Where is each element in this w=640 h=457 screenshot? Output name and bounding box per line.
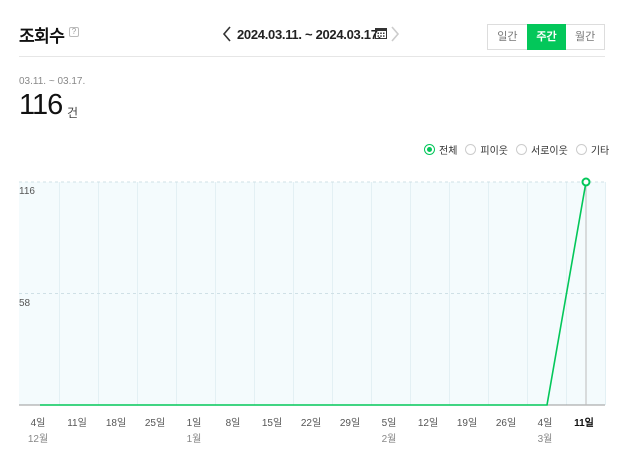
chevron-right-icon[interactable]	[389, 25, 401, 43]
x-month-label: 12월	[27, 434, 49, 445]
legend-item-all[interactable]: 전체	[424, 142, 457, 157]
stats-header: 조회수 ? 2024.03.11. ~ 2024.03.17. 일간 주간 월간	[0, 0, 640, 58]
chevron-left-icon[interactable]	[221, 25, 233, 43]
data-point-marker	[581, 177, 591, 187]
x-tick-label: 11일	[67, 418, 87, 429]
x-tick-label: 1일	[186, 418, 202, 429]
legend-item-neighbor[interactable]: 피이웃	[465, 142, 508, 157]
tab-weekly[interactable]: 주간	[526, 24, 567, 50]
x-tick-label: 8일	[225, 418, 241, 429]
chart-legend: 전체 피이웃 서로이웃 기타	[424, 142, 610, 157]
x-month-label: 1월	[186, 434, 202, 445]
radio-icon	[465, 143, 477, 155]
x-tick-label: 22일	[300, 418, 322, 429]
x-month-label: 3월	[537, 434, 553, 445]
x-tick-label: 15일	[261, 418, 283, 429]
x-month-label: 2월	[381, 434, 397, 445]
tab-daily[interactable]: 일간	[487, 24, 527, 50]
summary-period: 03.11. ~ 03.17.	[19, 76, 86, 87]
x-tick-label: 25일	[144, 418, 166, 429]
legend-label: 전체	[439, 145, 458, 157]
y-tick-label: 116	[19, 186, 35, 197]
radio-selected-icon	[424, 143, 435, 155]
calendar-icon[interactable]	[375, 27, 387, 39]
page-title: 조회수	[19, 27, 65, 46]
date-range-label: 2024.03.11. ~ 2024.03.17.	[237, 27, 381, 42]
legend-label: 서로이웃	[531, 145, 568, 157]
x-tick-label: 26일	[495, 418, 517, 429]
radio-icon	[516, 143, 528, 155]
x-tick-label: 29일	[339, 418, 361, 429]
legend-item-mutual-neighbor[interactable]: 서로이웃	[516, 142, 568, 157]
x-tick-label: 12일	[417, 418, 439, 429]
x-tick-label: 4일	[30, 418, 46, 429]
tab-monthly[interactable]: 월간	[566, 24, 605, 50]
views-line-chart: 58 116 4일 12월 11일 18일 25일 1일 1월 8일 15일 22일 29일 5일 2월 12…	[0, 170, 640, 457]
x-tick-label: 18일	[105, 418, 127, 429]
legend-item-other[interactable]: 기타	[575, 142, 610, 157]
legend-label: 기타	[590, 145, 610, 157]
radio-icon	[575, 143, 587, 155]
x-tick-label: 19일	[456, 418, 478, 429]
x-tick-label: 5일	[381, 418, 397, 429]
total-views-value: 116	[19, 89, 63, 121]
help-icon[interactable]: ?	[69, 27, 79, 37]
legend-label: 피이웃	[480, 145, 509, 157]
y-tick-label: 58	[19, 297, 31, 309]
header-divider	[19, 56, 605, 57]
x-tick-label: 11일	[574, 418, 594, 429]
period-tabs: 일간 주간 월간	[487, 24, 605, 50]
total-views-unit: 건	[67, 106, 79, 120]
x-tick-label: 4일	[537, 418, 553, 429]
